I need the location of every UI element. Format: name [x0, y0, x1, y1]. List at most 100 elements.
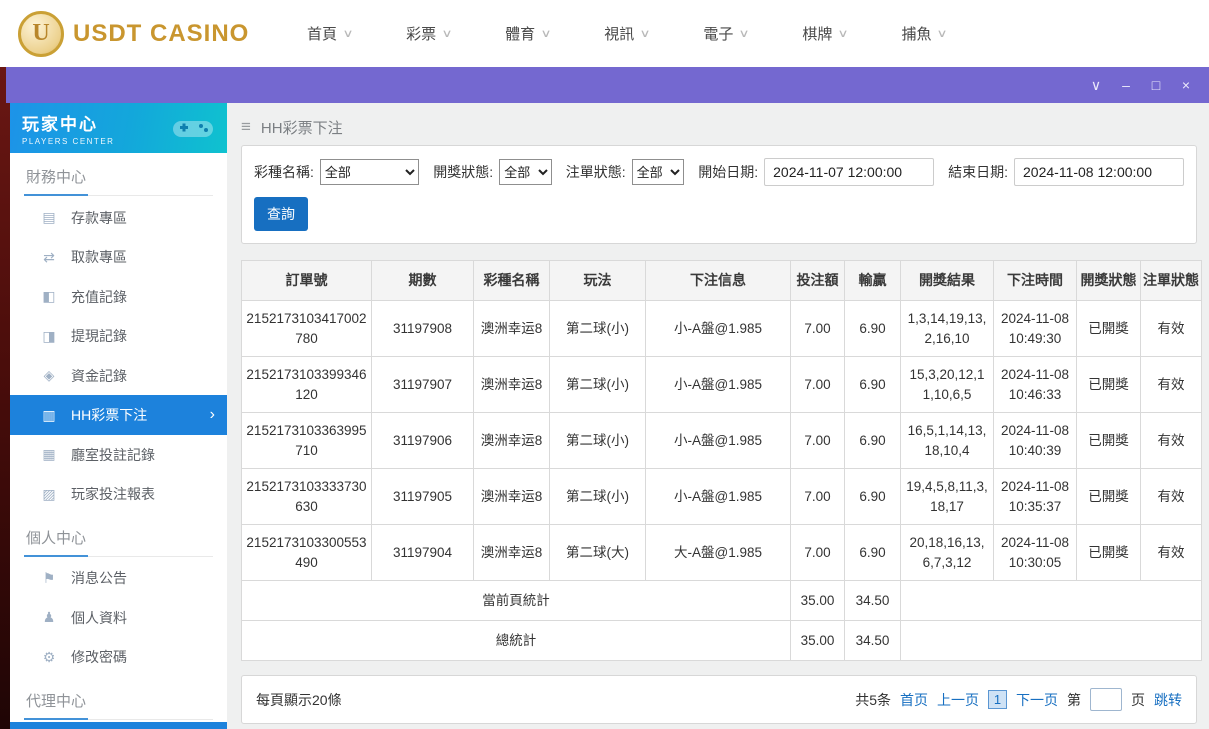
sidebar-item-room-bet-records[interactable]: ▦ 廳室投註記錄 [10, 435, 227, 474]
window-close-icon[interactable]: × [1175, 74, 1197, 96]
funds-records-icon: ◈ [43, 367, 55, 384]
sidebar-item-change-password[interactable]: ⚙ 修改密碼 [10, 638, 227, 677]
gamepad-icon [173, 121, 213, 137]
total-count: 共5条 [855, 691, 891, 708]
grand-total-row: 總統計 35.00 34.50 [241, 620, 1202, 661]
sidebar-item-cashout-records[interactable]: ◨ 提現記錄 [10, 316, 227, 355]
cell-win-loss: 6.90 [844, 524, 901, 581]
end-date-input[interactable] [1014, 158, 1185, 186]
window-minimize-icon[interactable]: – [1115, 74, 1137, 96]
cell-draw-result: 15,3,20,12,11,10,6,5 [900, 356, 994, 413]
draw-status-select[interactable]: 全部 [499, 159, 552, 185]
sidebar-item-label: 取款專區 [71, 249, 127, 266]
grand-total-amount: 35.00 [790, 620, 845, 661]
order-status-select[interactable]: 全部 [631, 159, 685, 185]
cell-period: 31197907 [371, 356, 474, 413]
cell-bet-amount: 7.00 [790, 412, 845, 469]
cell-order-status: 有效 [1140, 300, 1202, 357]
prev-page-link[interactable]: 上一页 [937, 690, 979, 710]
chevron-down-icon: ∨ [540, 28, 552, 40]
sidebar-item-label: 充值記錄 [71, 288, 127, 305]
window-titlebar: ∨ – □ × [6, 67, 1209, 103]
cell-draw-result: 1,3,14,19,13,2,16,10 [900, 300, 994, 357]
first-page-link[interactable]: 首页 [900, 690, 928, 710]
jump-button[interactable]: 跳转 [1154, 690, 1182, 710]
cell-draw-status: 已開獎 [1076, 300, 1141, 357]
sidebar-title: 玩家中心 [22, 115, 98, 134]
next-page-link[interactable]: 下一页 [1016, 690, 1058, 710]
logo-text: USDT CASINO [73, 19, 250, 47]
cell-play-type: 第二球(小) [549, 412, 646, 469]
sidebar-item-deposit[interactable]: ▤ 存款專區 [10, 198, 227, 237]
cell-order-number: 2152173103399346120 [241, 356, 372, 413]
sidebar-item-withdraw[interactable]: ⇄ 取款專區 [10, 237, 227, 276]
col-draw-status: 開獎狀態 [1076, 260, 1141, 301]
nav-item-lottery[interactable]: 彩票 ∨ [379, 14, 478, 54]
casino-logo[interactable]: U USDT CASINO [18, 10, 280, 57]
cell-bet-info: 小-A盤@1.985 [645, 356, 791, 413]
bets-table: 訂單號 期數 彩種名稱 玩法 下注信息 投注額 輸贏 開獎結果 下注時間 開獎狀… [241, 260, 1202, 661]
nav-item-fishing[interactable]: 捕魚 ∨ [874, 14, 973, 54]
page-total-amount: 35.00 [790, 580, 845, 621]
person-icon: ♟ [42, 609, 56, 626]
table-row: 2152173103300553490 31197904 澳洲幸运8 第二球(大… [241, 524, 1202, 581]
nav-item-board-games[interactable]: 棋牌 ∨ [775, 14, 874, 54]
section-label: 代理中心 [24, 687, 89, 721]
page-jump-input[interactable] [1090, 688, 1122, 711]
cell-bet-time: 2024-11-08 10:46:33 [993, 356, 1077, 413]
draw-status-label: 開獎狀態: [433, 164, 494, 180]
cell-period: 31197908 [371, 300, 474, 357]
main-content: ≡ HH彩票下注 彩種名稱: 全部 開獎狀態: 全部 注單狀態: 全部 開始日期… [227, 103, 1209, 729]
lottery-type-select[interactable]: 全部 [319, 159, 420, 185]
page-total-row: 當前頁統計 35.00 34.50 [241, 580, 1202, 621]
cell-bet-amount: 7.00 [790, 468, 845, 525]
cell-bet-time: 2024-11-08 10:35:37 [993, 468, 1077, 525]
hamburger-menu-icon[interactable]: ≡ [241, 117, 251, 137]
cell-draw-status: 已開獎 [1076, 524, 1141, 581]
sidebar-item-label: 提現記錄 [71, 328, 127, 345]
main-nav: 首頁 ∨ 彩票 ∨ 體育 ∨ 視訊 ∨ 電子 ∨ 棋牌 ∨ 捕魚 ∨ [280, 14, 1191, 54]
sidebar-item-hh-lottery-bets[interactable]: ▥ HH彩票下注 › [10, 395, 227, 435]
table-row: 2152173103363995710 31197906 澳洲幸运8 第二球(小… [241, 412, 1202, 469]
players-center-header: 玩家中心 PLAYERS CENTER [10, 103, 227, 153]
chevron-down-icon: ∨ [936, 28, 949, 40]
sidebar-item-player-bet-report[interactable]: ▨ 玩家投注報表 [10, 474, 227, 513]
query-button[interactable]: 查詢 [254, 197, 308, 231]
current-page-indicator[interactable]: 1 [988, 690, 1007, 709]
nav-item-live-video[interactable]: 視訊 ∨ [577, 14, 676, 54]
cell-order-status: 有效 [1140, 524, 1202, 581]
lottery-type-label: 彩種名稱: [254, 164, 314, 180]
nav-label: 電子 [703, 26, 734, 43]
cell-win-loss: 6.90 [844, 412, 901, 469]
col-win-loss: 輸贏 [844, 260, 901, 301]
cell-win-loss: 6.90 [844, 356, 901, 413]
cell-bet-info: 小-A盤@1.985 [645, 412, 791, 469]
chevron-down-icon: ∨ [738, 28, 751, 40]
nav-item-electronic[interactable]: 電子 ∨ [676, 14, 775, 54]
section-agent-center: 代理中心 [24, 687, 213, 721]
nav-label: 視訊 [604, 26, 635, 43]
nav-item-home[interactable]: 首頁 ∨ [280, 14, 379, 54]
window-maximize-icon[interactable]: □ [1145, 74, 1167, 96]
sidebar-item-fund-records[interactable]: ◈ 資金記錄 [10, 356, 227, 395]
end-date-label: 結束日期: [948, 164, 1009, 180]
sidebar-subtitle: PLAYERS CENTER [22, 137, 115, 146]
cell-order-status: 有效 [1140, 468, 1202, 525]
start-date-input[interactable] [764, 158, 935, 186]
col-period: 期數 [371, 260, 474, 301]
cell-play-type: 第二球(小) [549, 468, 646, 525]
cell-bet-amount: 7.00 [790, 356, 845, 413]
cashout-records-icon: ◨ [42, 327, 56, 344]
nav-label: 體育 [505, 26, 536, 43]
sidebar-item-announcements[interactable]: ⚑ 消息公告 [10, 559, 227, 598]
chevron-down-icon: ∨ [342, 28, 354, 40]
sidebar-item-profile[interactable]: ♟ 個人資料 [10, 598, 227, 637]
col-bet-amount: 投注額 [790, 260, 845, 301]
nav-label: 彩票 [406, 26, 437, 43]
start-date-label: 開始日期: [698, 164, 759, 180]
filter-panel: 彩種名稱: 全部 開獎狀態: 全部 注單狀態: 全部 開始日期: 結束日期: [241, 145, 1197, 244]
sidebar-item-recharge-records[interactable]: ◧ 充值記錄 [10, 277, 227, 316]
window-collapse-icon[interactable]: ∨ [1085, 74, 1107, 96]
table-header-row: 訂單號 期數 彩種名稱 玩法 下注信息 投注額 輸贏 開獎結果 下注時間 開獎狀… [241, 260, 1202, 301]
nav-item-sports[interactable]: 體育 ∨ [478, 14, 577, 54]
